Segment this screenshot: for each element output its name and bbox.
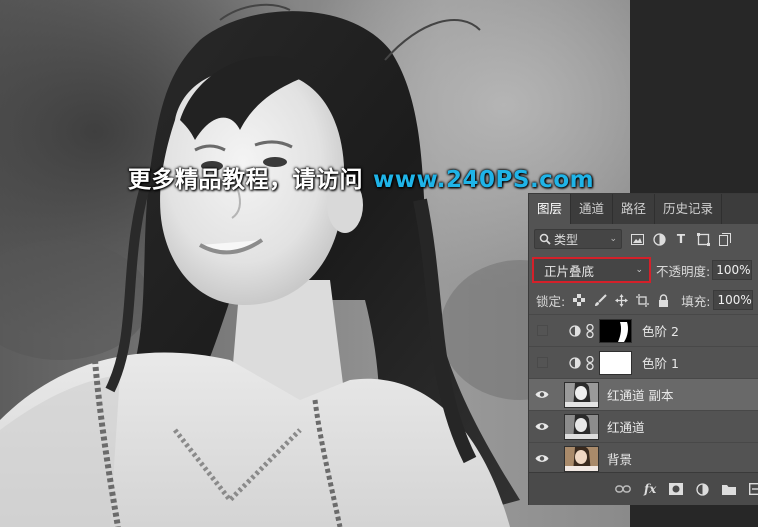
tab-history[interactable]: 历史记录 bbox=[655, 194, 723, 224]
adjustment-layer-icon bbox=[567, 356, 583, 369]
watermark-url: www.240PS.com bbox=[373, 167, 595, 193]
tab-layers[interactable]: 图层 bbox=[529, 194, 572, 224]
lock-image-icon[interactable] bbox=[593, 293, 607, 307]
adjustment-filter-icon[interactable] bbox=[652, 232, 666, 246]
lock-all-icon[interactable] bbox=[656, 293, 670, 307]
type-filter-icon[interactable]: T bbox=[674, 232, 688, 246]
eye-icon bbox=[535, 455, 549, 462]
visibility-toggle[interactable] bbox=[529, 347, 555, 379]
layer-name: 红通道 副本 bbox=[607, 388, 674, 403]
visibility-off-box bbox=[536, 325, 548, 336]
search-icon bbox=[539, 233, 551, 245]
add-mask-icon[interactable] bbox=[669, 481, 684, 497]
lock-artboard-icon[interactable] bbox=[635, 293, 649, 307]
fill-input[interactable]: 100% bbox=[713, 290, 754, 310]
layer-filter-row: 类型 ⌄ T bbox=[529, 224, 758, 254]
opacity-label: 不透明度: bbox=[656, 263, 711, 279]
layer-row[interactable]: 红通道 bbox=[529, 410, 758, 442]
layer-thumbnail[interactable] bbox=[564, 381, 599, 408]
layers-panel: 图层 通道 路径 历史记录 类型 ⌄ T 正片叠底 ⌄ 不透明度: 100% 锁… bbox=[528, 193, 758, 505]
lock-row: 锁定: 填充: 100% bbox=[529, 286, 758, 314]
lock-transparent-icon[interactable] bbox=[572, 293, 586, 307]
blend-mode-select[interactable]: 正片叠底 ⌄ bbox=[532, 257, 651, 283]
new-adjustment-icon[interactable] bbox=[696, 481, 709, 497]
layer-row[interactable]: 背景 bbox=[529, 442, 758, 474]
shape-filter-icon[interactable] bbox=[696, 232, 710, 246]
layer-mask-thumbnail[interactable] bbox=[599, 350, 632, 375]
lock-position-icon[interactable] bbox=[614, 293, 628, 307]
kind-filter-label: 类型 bbox=[554, 232, 579, 247]
link-layers-icon[interactable] bbox=[615, 481, 631, 497]
layer-name: 色阶 1 bbox=[642, 356, 679, 371]
chain-link-icon[interactable] bbox=[583, 323, 597, 338]
visibility-toggle[interactable] bbox=[529, 379, 555, 411]
visibility-toggle[interactable] bbox=[529, 315, 555, 347]
eye-icon bbox=[535, 423, 549, 430]
eye-icon bbox=[535, 391, 549, 398]
blend-mode-value: 正片叠底 bbox=[544, 263, 595, 279]
watermark: 更多精品教程，请访问 www.240PS.com bbox=[128, 160, 594, 194]
opacity-input[interactable]: 100% bbox=[712, 260, 753, 280]
tab-paths[interactable]: 路径 bbox=[613, 194, 656, 224]
layer-thumbnail[interactable] bbox=[564, 445, 599, 472]
layer-name: 背景 bbox=[607, 452, 633, 467]
visibility-off-box bbox=[536, 357, 548, 368]
lock-label: 锁定: bbox=[536, 293, 566, 309]
tab-channels[interactable]: 通道 bbox=[571, 194, 614, 224]
layers-panel-footer: fx bbox=[529, 472, 758, 505]
layer-name: 红通道 bbox=[607, 420, 645, 435]
visibility-toggle[interactable] bbox=[529, 411, 555, 443]
panel-tabs: 图层 通道 路径 历史记录 bbox=[529, 194, 758, 224]
chain-link-icon[interactable] bbox=[583, 355, 597, 370]
new-layer-icon[interactable] bbox=[749, 481, 758, 497]
new-group-icon[interactable] bbox=[722, 481, 737, 497]
adjustment-layer-icon bbox=[567, 324, 583, 337]
chevron-down-icon: ⌄ bbox=[635, 265, 643, 275]
layer-list: 色阶 2 色阶 1 红通道 副本 红通道 背景 bbox=[529, 314, 758, 474]
layer-kind-filter[interactable]: 类型 ⌄ bbox=[534, 229, 622, 249]
image-filter-icon[interactable] bbox=[630, 232, 644, 246]
layer-mask-thumbnail[interactable] bbox=[599, 318, 632, 343]
layer-thumbnail[interactable] bbox=[564, 413, 599, 440]
layer-row-selected[interactable]: 红通道 副本 bbox=[529, 378, 758, 410]
smart-object-filter-icon[interactable] bbox=[718, 232, 732, 246]
fx-icon[interactable]: fx bbox=[644, 481, 656, 497]
watermark-text: 更多精品教程，请访问 bbox=[128, 167, 363, 193]
chevron-down-icon: ⌄ bbox=[609, 234, 617, 244]
layer-row[interactable]: 色阶 1 bbox=[529, 346, 758, 378]
fill-label: 填充: bbox=[681, 293, 711, 309]
blend-row: 正片叠底 ⌄ 不透明度: 100% bbox=[529, 254, 758, 286]
layer-name: 色阶 2 bbox=[642, 324, 679, 339]
visibility-toggle[interactable] bbox=[529, 443, 555, 475]
layer-row[interactable]: 色阶 2 bbox=[529, 314, 758, 346]
